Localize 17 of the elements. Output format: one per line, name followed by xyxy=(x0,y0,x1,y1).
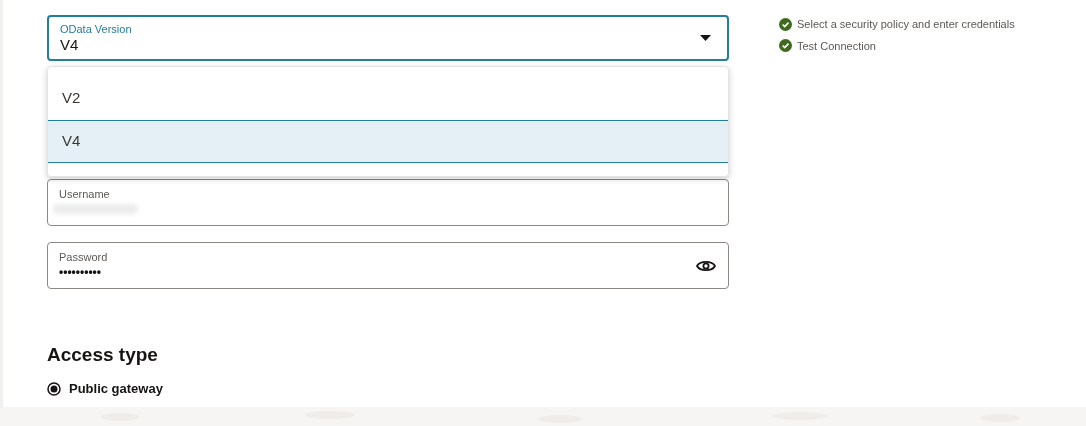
password-field[interactable]: Password •••••••••• xyxy=(47,242,729,289)
section-heading: Access type xyxy=(47,343,159,367)
dropdown-option[interactable]: V4 xyxy=(48,120,728,163)
field-value: V4 xyxy=(60,35,80,54)
radio-label: Public gateway xyxy=(69,380,163,398)
field-label: OData Version xyxy=(60,22,133,36)
step-label: Test Connection xyxy=(797,38,876,54)
field-label: Username xyxy=(59,188,111,201)
odata-version-dropdown[interactable]: OData Version V4 xyxy=(47,15,729,61)
dropdown-option[interactable]: V2 xyxy=(48,77,728,120)
step-label: Select a security policy and enter credentials xyxy=(797,17,1015,32)
username-field[interactable]: Username xyxy=(47,179,729,226)
eye-icon[interactable] xyxy=(696,258,716,273)
field-value: •••••••••• xyxy=(59,264,102,280)
field-label: Password xyxy=(59,251,109,264)
caret-down-icon xyxy=(700,35,711,41)
radio-button[interactable] xyxy=(47,381,61,396)
